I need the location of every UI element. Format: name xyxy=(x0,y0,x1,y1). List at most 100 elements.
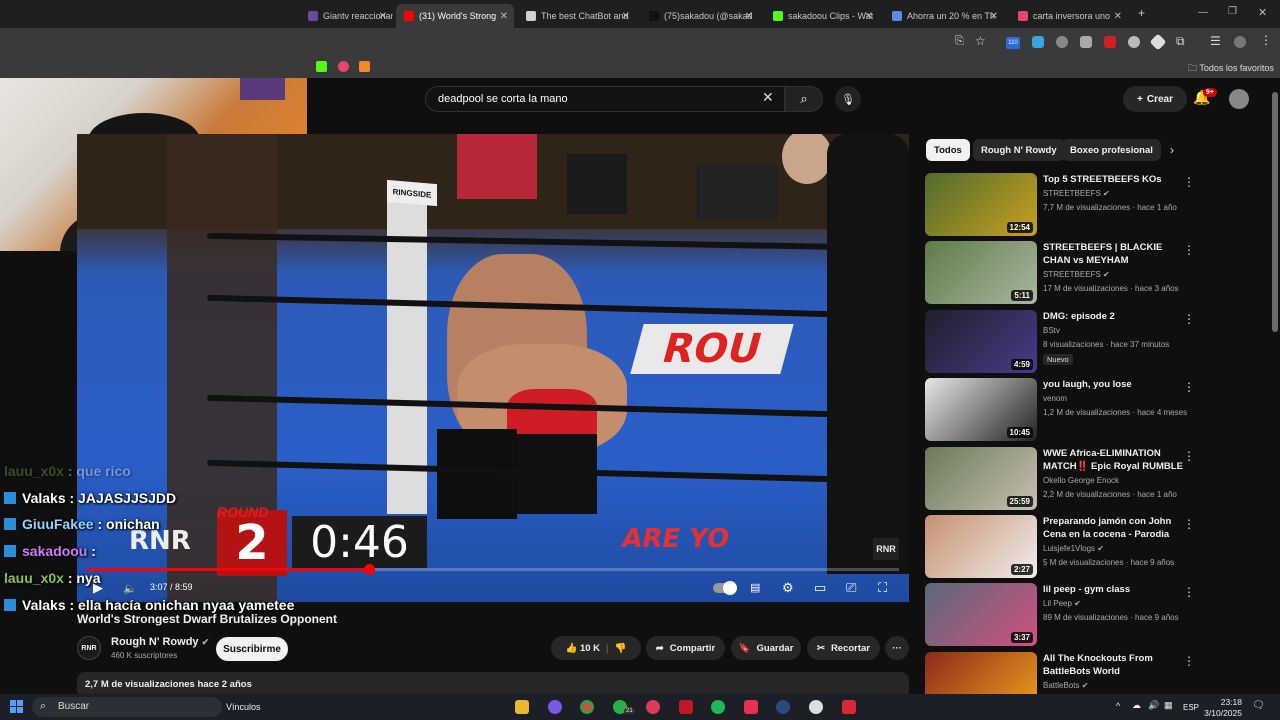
video-thumbnail[interactable]: 4:59 xyxy=(925,309,1037,373)
thumbs-down-icon[interactable]: 👎 xyxy=(615,643,627,654)
close-tab-icon[interactable]: ✕ xyxy=(1114,11,1122,22)
video-channel[interactable]: STREETBEEFS ✔ xyxy=(1043,270,1110,279)
video-title[interactable]: Top 5 STREETBEEFS KOs xyxy=(1043,173,1183,186)
close-tab-icon[interactable]: ✕ xyxy=(745,11,753,22)
volume-icon[interactable]: 🔈 xyxy=(123,582,137,595)
app-icon[interactable] xyxy=(842,700,856,714)
more-options-icon[interactable]: ⋮ xyxy=(1183,449,1195,463)
recommended-video[interactable]: 4:59 DMG: episode 2 BStv 8 visualizaciones … xyxy=(925,309,1270,374)
recommended-video[interactable]: 10:45 you laugh, you lose venom 1,2 M de vi… xyxy=(925,378,1270,442)
video-progress-bar[interactable] xyxy=(87,564,899,575)
video-channel[interactable]: Okello George Enock xyxy=(1043,476,1119,485)
more-options-icon[interactable]: ⋮ xyxy=(1183,312,1195,326)
extension-icon[interactable] xyxy=(1128,36,1140,48)
cloud-icon[interactable]: ☁ xyxy=(1132,700,1141,711)
recommended-video[interactable]: 2:27 Preparando jamón con John Cena en la… xyxy=(925,515,1270,579)
chrome-icon[interactable] xyxy=(580,700,594,714)
page-scrollbar[interactable] xyxy=(1272,92,1278,332)
more-actions-button[interactable]: ··· xyxy=(885,636,909,660)
app-icon[interactable] xyxy=(809,700,823,714)
autoplay-toggle[interactable] xyxy=(713,581,737,595)
video-channel[interactable]: Luisjefe1Vlogs ✔ xyxy=(1043,544,1104,553)
filter-chip[interactable]: Boxeo profesional xyxy=(1062,139,1161,161)
video-title[interactable]: DMG: episode 2 xyxy=(1043,310,1183,323)
video-player[interactable]: RINGSIDE ROU ARE YO RNR 2 ROUND 0:46 RNR… xyxy=(77,134,909,602)
more-options-icon[interactable]: ⋮ xyxy=(1183,243,1195,257)
close-tab-icon[interactable]: ✕ xyxy=(500,11,508,22)
extension-badge[interactable]: 110 xyxy=(1006,37,1020,49)
spotify-icon[interactable] xyxy=(711,700,725,714)
extension-icon[interactable] xyxy=(1056,36,1068,48)
extension-icon[interactable] xyxy=(1080,36,1092,48)
video-thumbnail[interactable]: 10:45 xyxy=(925,378,1037,442)
search-button[interactable]: ⌕ xyxy=(785,86,823,112)
minimize-icon[interactable]: — xyxy=(1198,7,1208,18)
channel-avatar[interactable]: RNR xyxy=(77,636,101,660)
video-thumbnail[interactable]: 5:11 xyxy=(925,241,1037,305)
install-icon[interactable]: ⎘ xyxy=(955,35,964,48)
extension-icon[interactable] xyxy=(1032,36,1044,48)
video-channel[interactable]: BattleBots ✔ xyxy=(1043,681,1088,690)
create-button[interactable]: + Crear xyxy=(1123,86,1187,112)
save-button[interactable]: 🔖 Guardar xyxy=(731,636,801,660)
network-icon[interactable]: ▦ xyxy=(1164,700,1173,711)
theater-mode-icon[interactable]: ▭ xyxy=(814,580,826,596)
like-button[interactable]: 👍 10 K xyxy=(565,643,600,654)
browser-tab[interactable]: #53fc18 sakadoou Clips - Wat✕ xyxy=(765,4,879,28)
close-tab-icon[interactable]: ✕ xyxy=(865,11,873,22)
video-thumbnail[interactable]: 25:59 xyxy=(925,446,1037,510)
clip-button[interactable]: ✂ Recortar xyxy=(807,636,880,660)
video-title[interactable]: Preparando jamón con John Cena en la coc… xyxy=(1043,515,1183,541)
video-thumbnail[interactable]: 2:27 xyxy=(925,515,1037,578)
video-channel[interactable]: Lil Peep ✔ xyxy=(1043,599,1081,608)
browser-tab[interactable]: #e8456a carta inversora uno✕ xyxy=(1010,4,1128,28)
discord-icon[interactable] xyxy=(548,700,562,714)
filter-chip[interactable]: Rough N' Rowdy xyxy=(973,139,1065,161)
video-title[interactable]: All The Knockouts From BattleBots World … xyxy=(1043,652,1183,678)
recommended-video[interactable]: 25:59 WWE Africa-ELIMINATION MATCH‼️ Epic… xyxy=(925,446,1270,511)
channel-name[interactable]: Rough N' Rowdy ✔ xyxy=(111,636,209,648)
reading-list-icon[interactable]: ☰ xyxy=(1210,34,1221,48)
extensions-puzzle-icon[interactable]: ⧉ xyxy=(1176,34,1185,49)
file-explorer-icon[interactable] xyxy=(515,700,529,714)
tray-chevron-icon[interactable]: ^ xyxy=(1116,701,1120,711)
video-thumbnail[interactable]: 12:54 xyxy=(925,173,1037,236)
app-icon[interactable] xyxy=(646,700,660,714)
close-window-icon[interactable]: ✕ xyxy=(1258,6,1267,19)
video-title[interactable]: WWE Africa-ELIMINATION MATCH‼️ Epic Roya… xyxy=(1043,447,1183,473)
more-options-icon[interactable]: ⋮ xyxy=(1183,517,1195,531)
kick-bookmark-icon[interactable] xyxy=(316,61,327,72)
settings-gear-icon[interactable]: ⚙ xyxy=(782,580,794,596)
video-thumbnail[interactable]: 3:37 xyxy=(925,583,1037,647)
user-avatar[interactable] xyxy=(1229,89,1249,109)
more-options-icon[interactable]: ⋮ xyxy=(1183,654,1195,668)
cast-icon[interactable]: ⎚ xyxy=(846,580,856,596)
video-title[interactable]: you laugh, you lose xyxy=(1043,378,1183,391)
recommended-video[interactable]: 12:54 Top 5 STREETBEEFS KOs STREETBEEFS ✔ 7… xyxy=(925,173,1270,237)
browser-tab[interactable]: #6a4a9aGiantv reaccionan✕ xyxy=(300,4,393,28)
speaker-icon[interactable]: 🔊 xyxy=(1148,700,1159,711)
browser-tab[interactable]: #111111 (75)sakadou (@sakad✕ xyxy=(641,4,759,28)
close-tab-icon[interactable]: ✕ xyxy=(379,11,387,22)
video-channel[interactable]: venom xyxy=(1043,394,1067,403)
browser-menu-icon[interactable]: ⋮ xyxy=(1260,33,1272,47)
app-icon[interactable] xyxy=(744,700,758,714)
video-channel[interactable]: STREETBEEFS ✔ xyxy=(1043,189,1110,198)
new-tab-button[interactable]: + xyxy=(1138,6,1145,20)
bookmark-icon[interactable] xyxy=(359,61,370,72)
more-options-icon[interactable]: ⋮ xyxy=(1183,380,1195,394)
voice-search-button[interactable]: 🎙 xyxy=(835,86,861,112)
clear-search-icon[interactable]: ✕ xyxy=(762,89,774,106)
share-button[interactable]: ➦ Compartir xyxy=(646,636,725,660)
chevron-right-icon[interactable]: › xyxy=(1170,143,1174,157)
subscribe-button[interactable]: Suscribirme xyxy=(216,637,288,661)
bookmark-star-icon[interactable]: ☆ xyxy=(975,34,986,48)
recommended-video[interactable]: 5:11 STREETBEEFS | BLACKIE CHAN vs MEYHAM… xyxy=(925,241,1270,305)
all-bookmarks-folder[interactable]: 🗀 Todos los favoritos xyxy=(1188,61,1274,77)
bookmark-icon[interactable] xyxy=(338,61,349,72)
extension-icon[interactable] xyxy=(1149,33,1167,51)
video-title[interactable]: STREETBEEFS | BLACKIE CHAN vs MEYHAM xyxy=(1043,241,1183,267)
more-options-icon[interactable]: ⋮ xyxy=(1183,585,1195,599)
extension-icon[interactable] xyxy=(1104,36,1116,48)
maximize-icon[interactable]: ❐ xyxy=(1228,6,1237,17)
